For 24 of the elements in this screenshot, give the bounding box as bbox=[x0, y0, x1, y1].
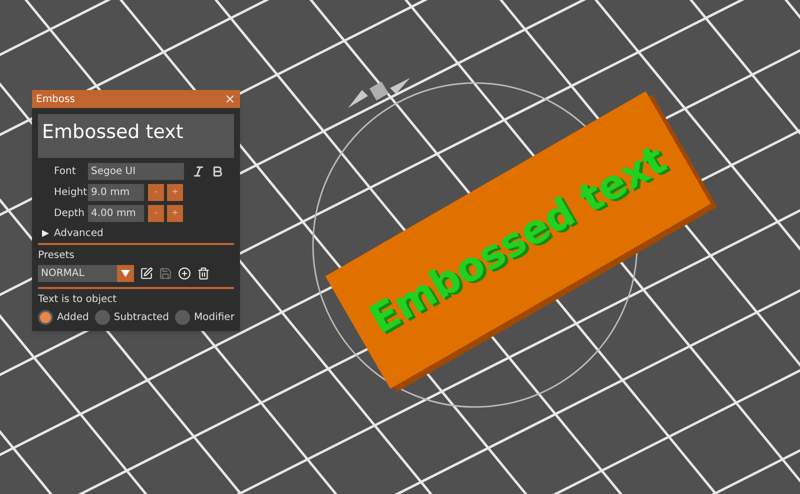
field-label: Font bbox=[54, 164, 77, 178]
advanced-toggle[interactable]: Advanced bbox=[54, 226, 104, 240]
add-icon[interactable] bbox=[178, 267, 191, 280]
value-field[interactable]: 4.00 mm bbox=[88, 204, 144, 222]
save-icon[interactable] bbox=[159, 267, 172, 280]
font-field[interactable]: Segoe UI bbox=[88, 162, 184, 180]
operation-radio[interactable]: Added bbox=[38, 310, 89, 325]
presets-label: Presets bbox=[38, 249, 76, 263]
value-field[interactable]: 9.0 mm bbox=[88, 184, 144, 200]
operation-radio[interactable]: Subtracted bbox=[94, 310, 169, 325]
field-label: Height bbox=[54, 186, 88, 200]
operation-radio[interactable]: Modifier bbox=[175, 310, 234, 325]
field-label: Depth bbox=[54, 206, 86, 220]
text-input-field[interactable]: Embossed text bbox=[38, 114, 234, 158]
operation-label: Text is to object bbox=[38, 293, 118, 307]
presets-dropdown[interactable]: NORMAL bbox=[38, 265, 134, 282]
edit-icon[interactable] bbox=[140, 267, 153, 280]
dropdown-caret-icon bbox=[121, 270, 130, 277]
panel-title: Emboss bbox=[36, 92, 75, 106]
expand-triangle-icon[interactable] bbox=[42, 230, 49, 236]
bold-icon[interactable] bbox=[211, 164, 224, 178]
italic-icon[interactable] bbox=[192, 164, 205, 178]
close-icon[interactable] bbox=[224, 93, 236, 105]
delete-icon[interactable] bbox=[197, 267, 210, 280]
